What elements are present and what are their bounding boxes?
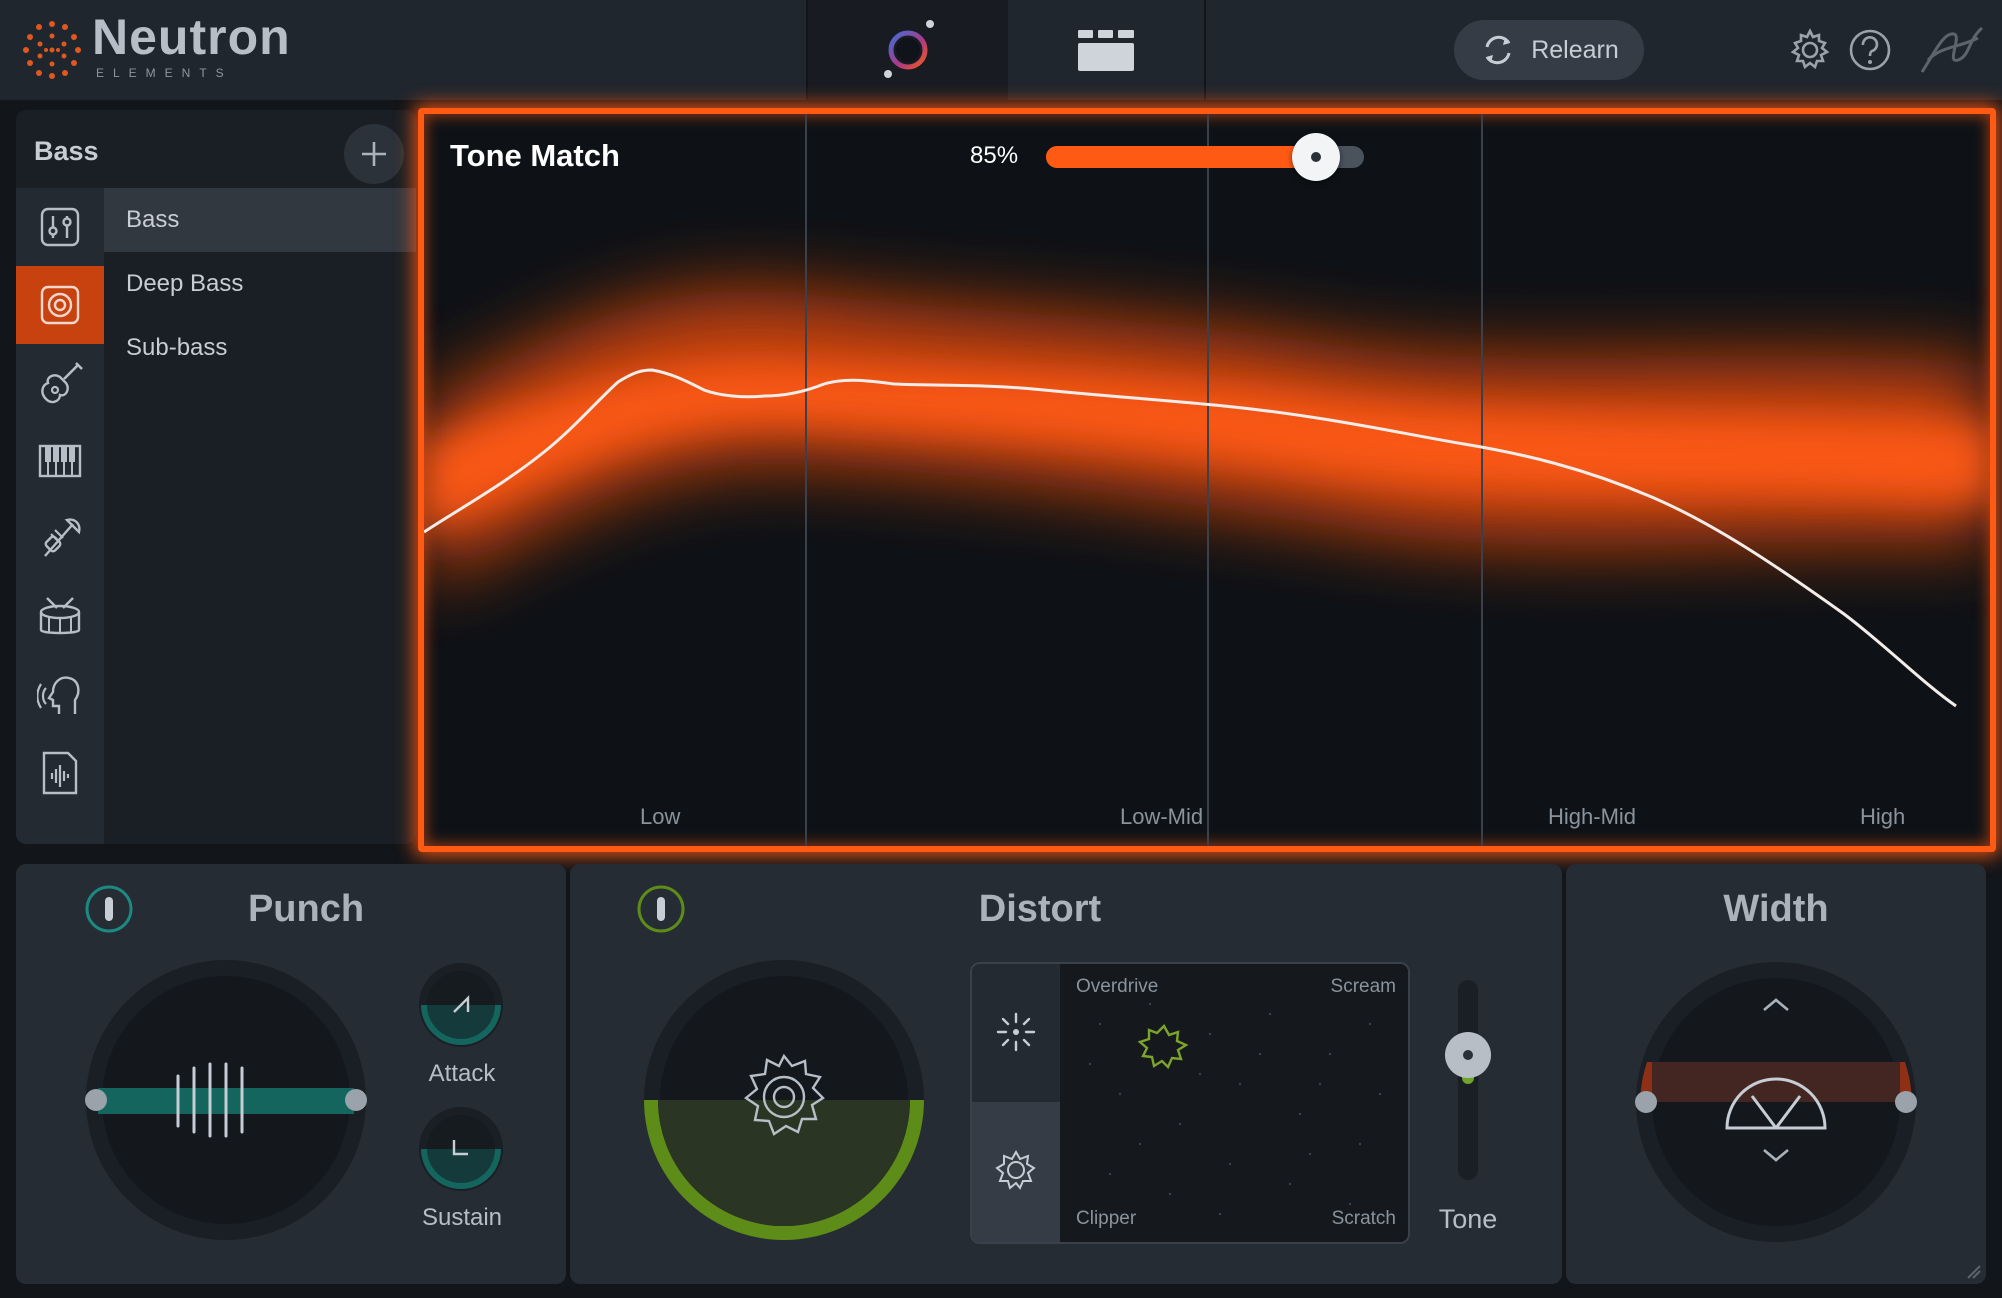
list-item[interactable]: Bass bbox=[104, 188, 416, 252]
top-bar: Neutron ELEMENTS Relearn bbox=[0, 0, 2002, 100]
audio-file-icon bbox=[42, 751, 78, 795]
tone-match-panel: Tone Match 85% Low Low-Mid High-Mid High bbox=[418, 108, 1996, 852]
grid-label-scratch: Scratch bbox=[1331, 1208, 1396, 1229]
tone-match-amount: 85% bbox=[970, 142, 1019, 169]
rail-item-mixer[interactable] bbox=[16, 188, 104, 266]
rail-item-audio[interactable] bbox=[16, 734, 104, 812]
punch-module: Punch Attack Sustain bbox=[16, 864, 566, 1284]
distort-mode-soft[interactable] bbox=[972, 964, 1060, 1102]
tone-match-title: Tone Match bbox=[450, 138, 620, 173]
help-icon[interactable] bbox=[1846, 26, 1894, 74]
width-title: Width bbox=[1723, 888, 1829, 930]
add-button[interactable] bbox=[344, 124, 404, 184]
tab-modules[interactable] bbox=[1008, 0, 1204, 100]
rail-item-brass[interactable] bbox=[16, 500, 104, 578]
relearn-button[interactable]: Relearn bbox=[1454, 20, 1644, 80]
tone-slider-track[interactable] bbox=[1445, 980, 1491, 1180]
category-title: Bass bbox=[34, 136, 99, 166]
punch-title: Punch bbox=[247, 888, 365, 930]
gear-icon[interactable] bbox=[1786, 26, 1834, 74]
list-item[interactable]: Deep Bass bbox=[104, 252, 416, 316]
starburst-icon bbox=[995, 1149, 1036, 1190]
refresh-icon bbox=[1485, 35, 1511, 65]
distort-title: Distort bbox=[978, 888, 1102, 930]
voice-head-icon bbox=[37, 676, 80, 714]
logo-squiggle-icon[interactable] bbox=[1918, 20, 1986, 80]
band-label-high-mid: High-Mid bbox=[1548, 804, 1637, 829]
sustain-knob[interactable] bbox=[416, 1104, 506, 1194]
nav-divider bbox=[1204, 0, 1206, 100]
plus-icon bbox=[362, 142, 386, 166]
modules-grid-icon bbox=[1078, 30, 1134, 71]
rail-item-guitar[interactable] bbox=[16, 344, 104, 422]
distort-power-toggle[interactable] bbox=[636, 884, 686, 934]
rail-item-keys[interactable] bbox=[16, 422, 104, 500]
tab-assistant[interactable] bbox=[808, 0, 1008, 100]
distort-mode-heavy[interactable] bbox=[972, 1102, 1060, 1242]
amount-slider-fill bbox=[1046, 146, 1317, 168]
speaker-icon bbox=[40, 285, 80, 325]
spark-icon bbox=[996, 1012, 1036, 1052]
resize-grip-icon[interactable] bbox=[1962, 1260, 1982, 1280]
neutron-logo-icon bbox=[23, 21, 81, 79]
grid-label-scream: Scream bbox=[1330, 976, 1396, 997]
attack-label: Attack bbox=[428, 1060, 496, 1087]
band-label-low-mid: Low-Mid bbox=[1120, 804, 1204, 829]
assistant-orb-icon bbox=[884, 20, 934, 78]
amount-slider-track[interactable] bbox=[1046, 133, 1364, 181]
app-title: Neutron bbox=[92, 9, 291, 65]
preset-panel: Bass Bass Deep Bass Sub-bass bbox=[16, 110, 416, 844]
rail-item-drums[interactable] bbox=[16, 578, 104, 656]
grid-label-overdrive: Overdrive bbox=[1076, 976, 1159, 997]
rail-item-vocals[interactable] bbox=[16, 656, 104, 734]
tone-label: Tone bbox=[1438, 1204, 1498, 1234]
amount-slider-thumb[interactable] bbox=[1292, 133, 1341, 181]
width-module: Width bbox=[1566, 864, 1986, 1284]
width-knob[interactable] bbox=[1626, 952, 1926, 1252]
punch-knob[interactable] bbox=[76, 950, 376, 1250]
list-item[interactable]: Sub-bass bbox=[104, 316, 416, 380]
relearn-label: Relearn bbox=[1531, 35, 1619, 64]
grid-label-clipper: Clipper bbox=[1076, 1208, 1137, 1229]
slider-thumb-dot bbox=[1463, 1050, 1473, 1060]
distort-knob[interactable] bbox=[634, 950, 934, 1250]
punch-power-toggle[interactable] bbox=[84, 884, 134, 934]
distort-xy-pad[interactable] bbox=[1060, 964, 1408, 1242]
mixer-sliders-icon bbox=[40, 207, 80, 247]
distort-type-grid: Overdrive Scream Clipper Scratch bbox=[970, 962, 1410, 1244]
guitar-icon bbox=[41, 362, 83, 404]
distort-module: Distort Overdrive Scream Clipper Scratch… bbox=[570, 864, 1562, 1284]
attack-knob[interactable] bbox=[416, 960, 506, 1050]
app-subtitle: ELEMENTS bbox=[96, 66, 233, 80]
tone-match-spectrum bbox=[424, 114, 1990, 846]
band-label-low: Low bbox=[640, 804, 681, 829]
band-label-high: High bbox=[1860, 804, 1906, 829]
piano-keys-icon bbox=[38, 444, 82, 478]
sustain-label: Sustain bbox=[421, 1204, 503, 1231]
slider-thumb-dot bbox=[1311, 152, 1322, 162]
instrument-rail bbox=[16, 188, 104, 844]
tone-slider-thumb[interactable] bbox=[1445, 1032, 1491, 1078]
drum-icon bbox=[39, 597, 81, 635]
trumpet-icon bbox=[44, 518, 81, 557]
rail-item-bass[interactable] bbox=[16, 266, 104, 344]
